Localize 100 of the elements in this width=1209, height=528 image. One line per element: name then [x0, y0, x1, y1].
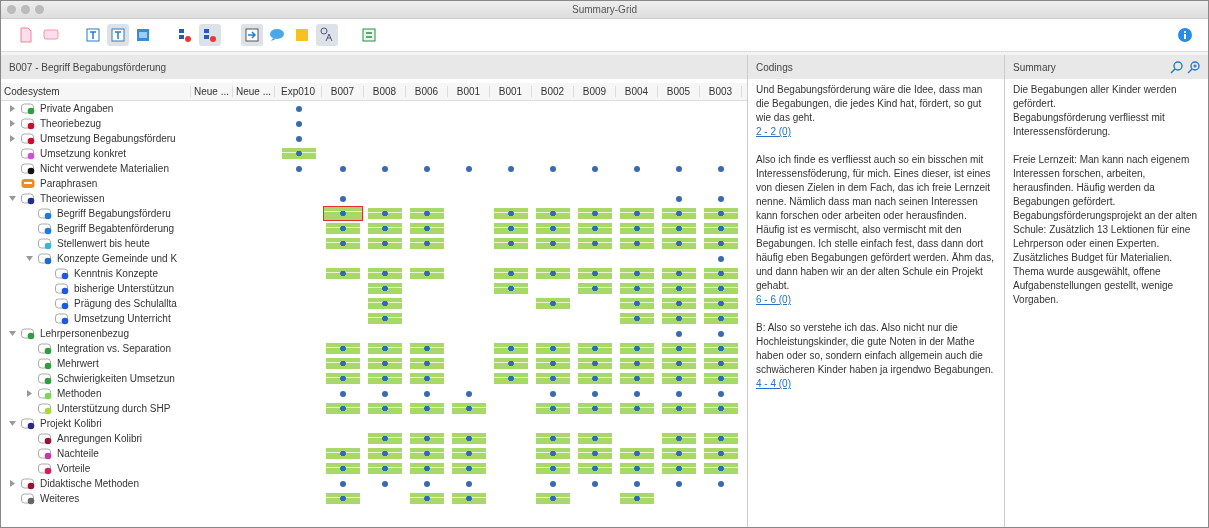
- coding-cell[interactable]: [494, 358, 528, 369]
- code-label[interactable]: Private Angaben: [40, 103, 114, 114]
- coding-cell[interactable]: [620, 223, 654, 234]
- coding-dot[interactable]: [592, 390, 598, 397]
- coding-cell[interactable]: [410, 223, 444, 234]
- coding-cell[interactable]: [620, 343, 654, 354]
- column-header[interactable]: B005: [658, 86, 700, 97]
- code-label[interactable]: bisherige Unterstützun: [74, 283, 175, 294]
- coding-cell[interactable]: [578, 208, 612, 219]
- coding-cell[interactable]: [536, 493, 570, 504]
- coding-cell[interactable]: [704, 208, 738, 219]
- coding-dot[interactable]: [718, 195, 724, 202]
- coding-dot[interactable]: [466, 165, 472, 172]
- coding-cell[interactable]: [578, 373, 612, 384]
- coding-cell[interactable]: [578, 283, 612, 294]
- coding-cell[interactable]: [662, 313, 696, 324]
- coding-cell[interactable]: [536, 463, 570, 474]
- code-label[interactable]: Stellenwert bis heute: [57, 238, 150, 249]
- coding-cell[interactable]: [704, 298, 738, 309]
- code-icon[interactable]: [199, 24, 221, 46]
- coding-cell[interactable]: [368, 238, 402, 249]
- coding-cell[interactable]: [704, 358, 738, 369]
- coding-cell[interactable]: [578, 358, 612, 369]
- coding-cell[interactable]: [620, 298, 654, 309]
- selected-coding-cell[interactable]: [324, 207, 362, 220]
- coding-dot[interactable]: [718, 255, 724, 262]
- coding-dot[interactable]: [424, 480, 430, 487]
- code-label[interactable]: Konzepte Gemeinde und K: [57, 253, 178, 264]
- export-icon[interactable]: [241, 24, 263, 46]
- coding-dot[interactable]: [592, 165, 598, 172]
- coding-dot[interactable]: [718, 480, 724, 487]
- coding-cell[interactable]: [620, 238, 654, 249]
- coding-dot[interactable]: [718, 330, 724, 337]
- coding-cell[interactable]: [620, 358, 654, 369]
- collapse-arrow-icon[interactable]: [9, 420, 16, 427]
- coding-cell[interactable]: [326, 403, 360, 414]
- code-label[interactable]: Integration vs. Separation: [57, 343, 171, 354]
- coding-cell[interactable]: [368, 373, 402, 384]
- coding-cell[interactable]: [578, 463, 612, 474]
- column-header[interactable]: B008: [364, 86, 406, 97]
- coding-dot[interactable]: [676, 195, 682, 202]
- coding-cell[interactable]: [578, 448, 612, 459]
- coding-cell[interactable]: [452, 403, 486, 414]
- column-header[interactable]: B006: [406, 86, 448, 97]
- column-header[interactable]: Codesystem: [1, 86, 191, 97]
- coding-cell[interactable]: [662, 298, 696, 309]
- coding-cell[interactable]: [494, 283, 528, 294]
- code-label[interactable]: Paraphrasen: [40, 178, 98, 189]
- coding-cell[interactable]: [578, 343, 612, 354]
- code-label[interactable]: Weiteres: [40, 493, 80, 504]
- coding-cell[interactable]: [410, 358, 444, 369]
- code-label[interactable]: Umsetzung konkret: [40, 148, 127, 159]
- coding-cell[interactable]: [620, 493, 654, 504]
- coding-cell[interactable]: [662, 208, 696, 219]
- coding-cell[interactable]: [494, 373, 528, 384]
- coding-dot[interactable]: [295, 120, 302, 127]
- coding-cell[interactable]: [452, 463, 486, 474]
- coding-dot[interactable]: [550, 165, 556, 172]
- coding-dot[interactable]: [340, 390, 346, 397]
- collapse-arrow-icon[interactable]: [26, 255, 33, 262]
- coding-link[interactable]: 4 - 4 (0): [756, 377, 791, 391]
- coding-cell[interactable]: [662, 343, 696, 354]
- coding-cell[interactable]: [536, 343, 570, 354]
- coding-cell[interactable]: [704, 223, 738, 234]
- coding-cell[interactable]: [326, 343, 360, 354]
- coding-cell[interactable]: [494, 238, 528, 249]
- coding-cell[interactable]: [704, 463, 738, 474]
- zoom-out-icon[interactable]: [1170, 60, 1183, 74]
- coding-cell[interactable]: [578, 223, 612, 234]
- coding-cell[interactable]: [620, 373, 654, 384]
- code-label[interactable]: Didaktische Methoden: [40, 478, 139, 489]
- coding-cell[interactable]: [368, 358, 402, 369]
- coding-cell[interactable]: [410, 463, 444, 474]
- column-header[interactable]: B001: [448, 86, 490, 97]
- coding-dot[interactable]: [340, 195, 346, 202]
- coding-dot[interactable]: [676, 165, 682, 172]
- coding-cell[interactable]: [536, 358, 570, 369]
- expand-arrow-icon[interactable]: [26, 390, 33, 397]
- column-header[interactable]: B003: [700, 86, 742, 97]
- coding-cell[interactable]: [494, 208, 528, 219]
- zoom-in-icon[interactable]: [1187, 60, 1200, 74]
- coding-cell[interactable]: [704, 283, 738, 294]
- coding-cell[interactable]: [662, 358, 696, 369]
- coding-cell[interactable]: [410, 343, 444, 354]
- coding-cell[interactable]: [620, 268, 654, 279]
- coding-cell[interactable]: [704, 448, 738, 459]
- code-label[interactable]: Theoriebezug: [40, 118, 102, 129]
- coding-dot[interactable]: [382, 480, 388, 487]
- coding-dot[interactable]: [466, 390, 472, 397]
- code-label[interactable]: Projekt Kolibri: [40, 418, 102, 429]
- coding-dot[interactable]: [550, 480, 556, 487]
- code-label[interactable]: Mehrwert: [57, 358, 99, 369]
- coding-cell[interactable]: [704, 403, 738, 414]
- coding-dot[interactable]: [340, 165, 346, 172]
- coding-cell[interactable]: [536, 298, 570, 309]
- coding-cell[interactable]: [368, 433, 402, 444]
- column-header[interactable]: B007: [322, 86, 364, 97]
- text-icon[interactable]: [107, 24, 129, 46]
- coding-dot[interactable]: [508, 165, 514, 172]
- column-header[interactable]: Neue ...: [191, 86, 233, 97]
